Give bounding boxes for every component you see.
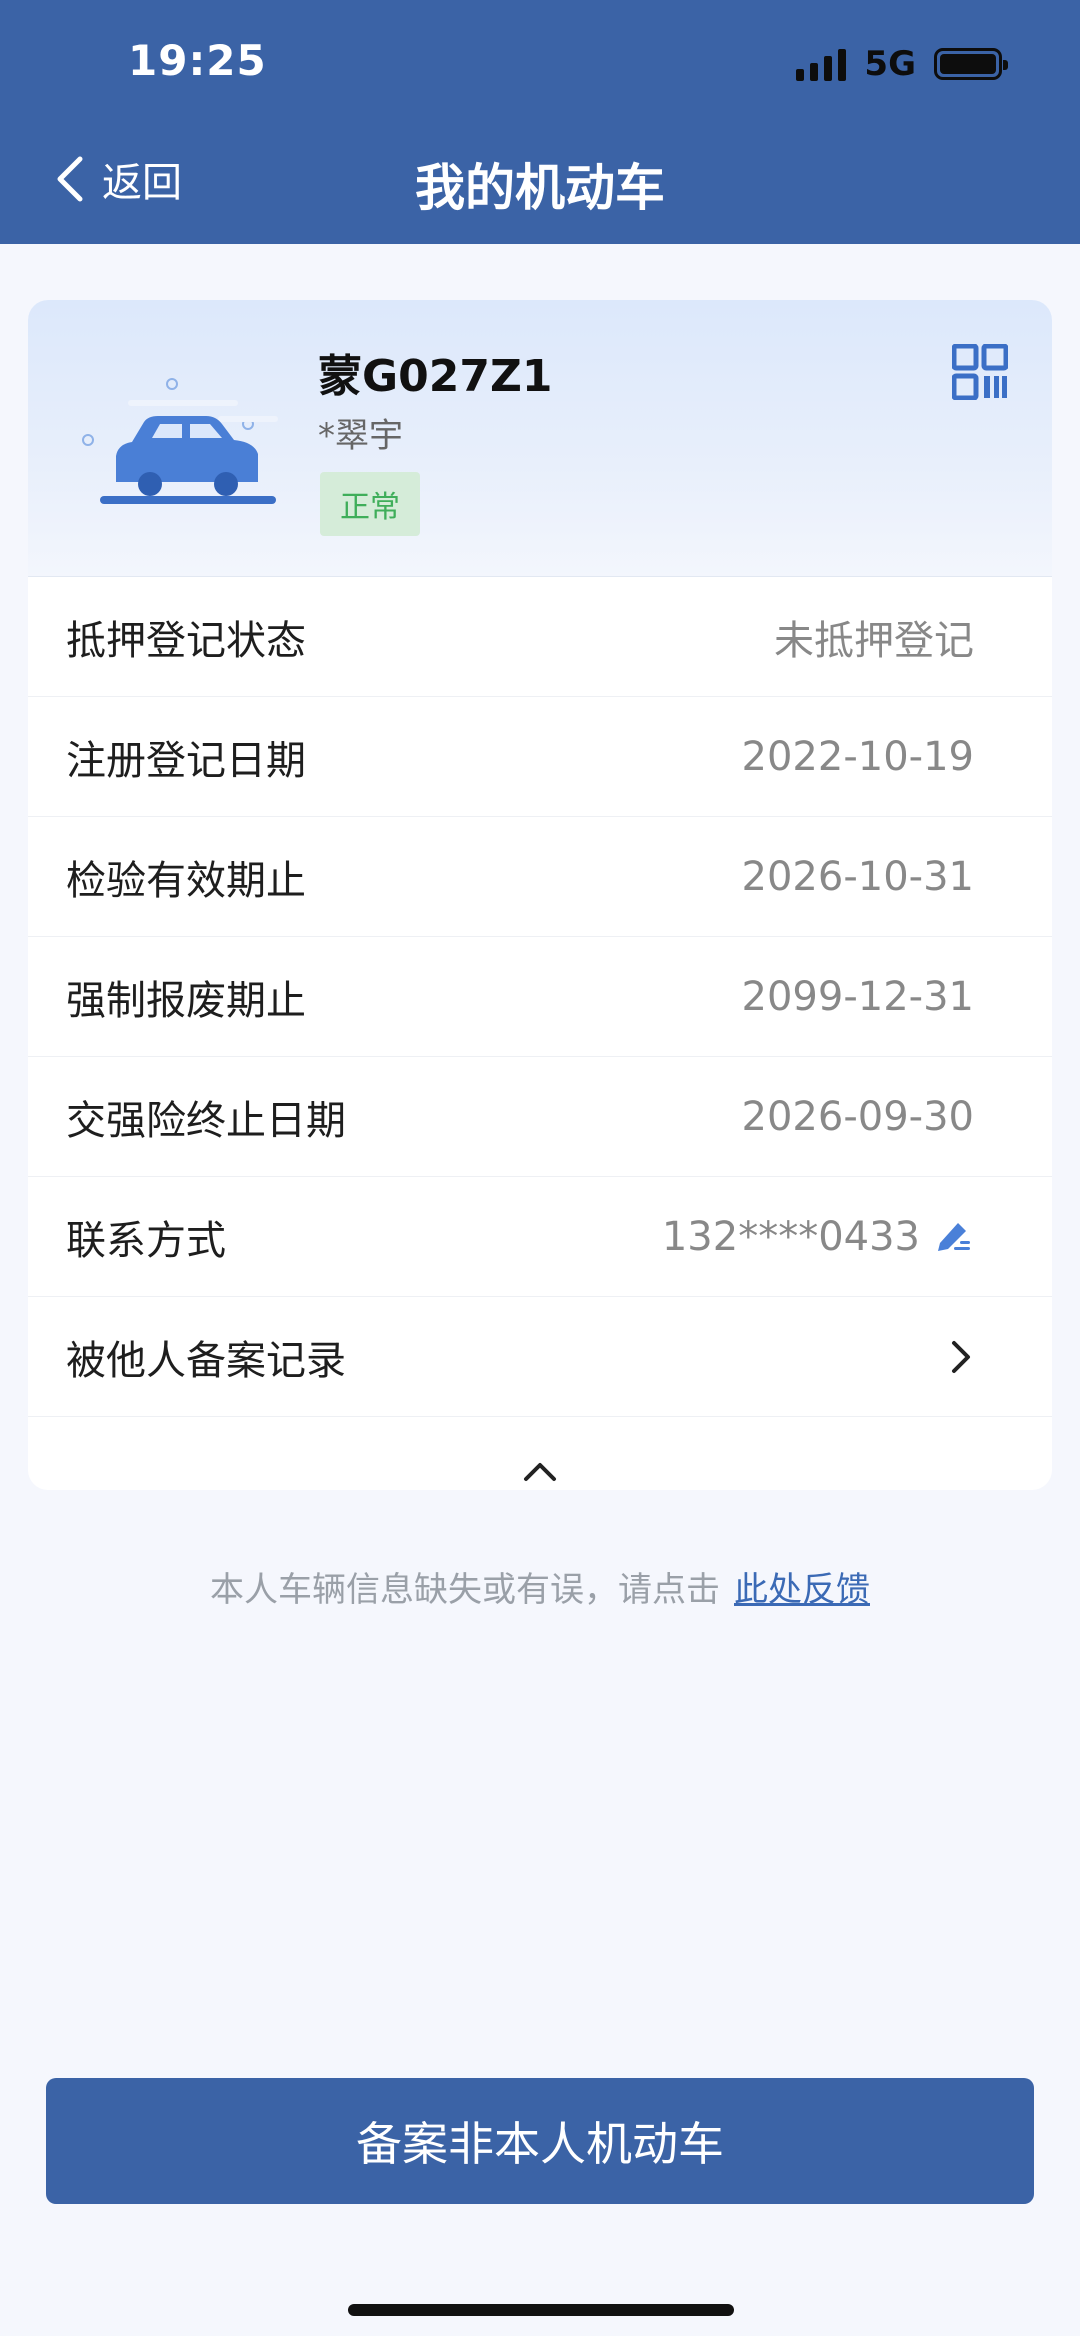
detail-value: 2022-10-19: [741, 733, 974, 780]
status-time: 19:25: [128, 36, 267, 85]
detail-row-filing-records[interactable]: 被他人备案记录: [28, 1297, 1052, 1417]
qr-code-icon[interactable]: [952, 344, 1008, 400]
edit-icon[interactable]: [934, 1217, 974, 1257]
detail-row-scrap-date: 强制报废期止 2099-12-31: [28, 937, 1052, 1057]
owner-name: *翠宇: [318, 416, 403, 456]
file-other-vehicle-button[interactable]: 备案非本人机动车: [46, 2078, 1034, 2204]
detail-row-registration-date: 注册登记日期 2022-10-19: [28, 697, 1052, 817]
car-icon: [82, 378, 278, 504]
detail-row-mortgage: 抵押登记状态 未抵押登记: [28, 577, 1052, 697]
license-plate: 蒙G027Z1: [318, 351, 553, 402]
detail-row-contact: 联系方式 132****0433: [28, 1177, 1052, 1297]
detail-value: 2026-09-30: [741, 1093, 974, 1140]
detail-label: 检验有效期止: [66, 857, 306, 904]
contact-value-group: 132****0433: [662, 1214, 974, 1260]
vehicle-card: 蒙G027Z1 *翠宇 正常 抵押登记状态 未抵押登记 注册登记日期 2022-…: [28, 300, 1052, 1490]
detail-label: 抵押登记状态: [66, 617, 306, 664]
status-badge: 正常: [320, 472, 420, 536]
page-title: 我的机动车: [415, 159, 665, 217]
detail-row-insurance-expiry: 交强险终止日期 2026-09-30: [28, 1057, 1052, 1177]
detail-label: 被他人备案记录: [66, 1337, 346, 1384]
detail-row-inspection-expiry: 检验有效期止 2026-10-31: [28, 817, 1052, 937]
detail-value: 未抵押登记: [774, 617, 974, 664]
home-indicator[interactable]: [348, 2304, 734, 2316]
signal-icon: [796, 47, 847, 81]
detail-label: 交强险终止日期: [66, 1097, 346, 1144]
feedback-link[interactable]: 此处反馈: [734, 1570, 870, 1610]
feedback-notice: 本人车辆信息缺失或有误，请点击 此处反馈: [0, 1562, 1080, 1611]
detail-value: 2026-10-31: [741, 853, 974, 900]
detail-label: 注册登记日期: [66, 737, 306, 784]
detail-label: 联系方式: [66, 1217, 226, 1264]
detail-label: 强制报废期止: [66, 977, 306, 1024]
status-indicators: 5G: [796, 44, 1008, 84]
contact-phone: 132****0433: [661, 1213, 920, 1260]
chevron-up-icon: [524, 1463, 556, 1481]
app-header: 19:25 5G 返回 我的机动车: [0, 0, 1080, 244]
detail-value: 2099-12-31: [741, 973, 974, 1020]
feedback-text: 本人车辆信息缺失或有误，请点击: [210, 1570, 720, 1610]
chevron-right-icon: [952, 1340, 970, 1373]
battery-icon: [934, 48, 1008, 80]
collapse-toggle[interactable]: [28, 1417, 1052, 1490]
vehicle-summary: 蒙G027Z1 *翠宇 正常: [28, 300, 1052, 577]
network-type: 5G: [864, 44, 916, 84]
